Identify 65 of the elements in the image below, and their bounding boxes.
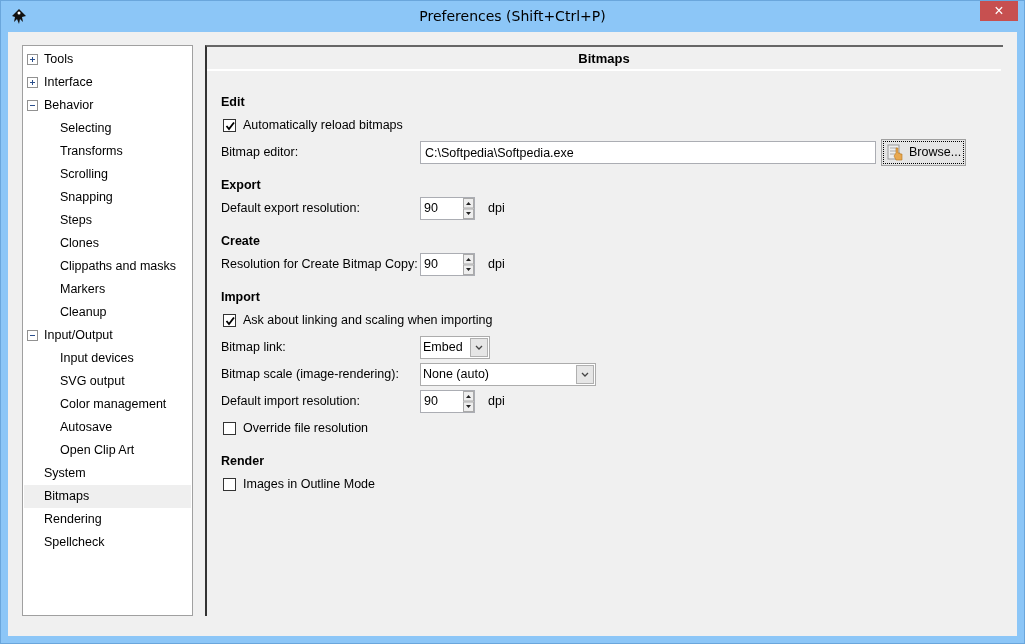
collapse-icon[interactable] bbox=[27, 330, 38, 341]
tree-item[interactable]: Spellcheck bbox=[24, 531, 191, 554]
tree-item[interactable]: Bitmaps bbox=[24, 485, 191, 508]
tree-item[interactable]: Rendering bbox=[24, 508, 191, 531]
collapse-icon[interactable] bbox=[27, 100, 38, 111]
section-heading: Render bbox=[221, 453, 266, 470]
path-field[interactable]: C:\Softpedia\Softpedia.exe bbox=[420, 141, 876, 164]
dropdown[interactable]: None (auto) bbox=[420, 363, 596, 386]
tree-item[interactable]: Color management bbox=[24, 393, 191, 416]
window-title: Preferences (Shift+Ctrl+P) bbox=[419, 8, 606, 24]
field-label: Resolution for Create Bitmap Copy: bbox=[221, 256, 419, 274]
tree-item[interactable]: Behavior bbox=[24, 94, 191, 117]
unit-label: dpi bbox=[488, 200, 505, 218]
tree-item[interactable]: Input devices bbox=[24, 347, 191, 370]
dropdown[interactable]: Embed bbox=[420, 336, 490, 359]
section-heading: Edit bbox=[221, 94, 246, 111]
field-label: Bitmap link: bbox=[221, 339, 287, 357]
spinner-arrows-icon[interactable] bbox=[463, 254, 474, 275]
checkbox-label: Ask about linking and scaling when importing bbox=[243, 312, 493, 330]
tree-item[interactable]: Snapping bbox=[24, 186, 191, 209]
field-label: Bitmap editor: bbox=[221, 144, 300, 162]
number-field[interactable]: 90 bbox=[420, 197, 475, 220]
unit-label: dpi bbox=[488, 256, 505, 274]
tree-item[interactable]: Clones bbox=[24, 232, 191, 255]
tree-item[interactable]: Cleanup bbox=[24, 301, 191, 324]
checkbox[interactable] bbox=[223, 478, 236, 491]
document-hand-icon bbox=[886, 142, 906, 163]
spinner-arrows-icon[interactable] bbox=[463, 198, 474, 219]
chevron-down-icon bbox=[470, 338, 488, 357]
field-label: Default import resolution: bbox=[221, 393, 361, 411]
checkbox[interactable] bbox=[223, 314, 236, 327]
page-title: Bitmaps bbox=[207, 47, 1001, 71]
tree-item[interactable]: Steps bbox=[24, 209, 191, 232]
section-heading: Export bbox=[221, 177, 262, 194]
chevron-down-icon bbox=[576, 365, 594, 384]
tree-item[interactable]: Transforms bbox=[24, 140, 191, 163]
unit-label: dpi bbox=[488, 393, 505, 411]
section-heading: Import bbox=[221, 289, 261, 306]
close-button[interactable]: × bbox=[980, 1, 1018, 21]
tree-item[interactable]: Autosave bbox=[24, 416, 191, 439]
tree-item[interactable]: Tools bbox=[24, 48, 191, 71]
section-heading: Create bbox=[221, 233, 261, 250]
checkbox-label: Override file resolution bbox=[243, 420, 369, 438]
tree-item[interactable]: Scrolling bbox=[24, 163, 191, 186]
tree-item[interactable]: Selecting bbox=[24, 117, 191, 140]
tree-item[interactable]: Interface bbox=[24, 71, 191, 94]
field-label: Bitmap scale (image-rendering): bbox=[221, 366, 400, 384]
checkbox-label: Images in Outline Mode bbox=[243, 476, 375, 494]
tree-item[interactable]: System bbox=[24, 462, 191, 485]
number-field[interactable]: 90 bbox=[420, 253, 475, 276]
expand-icon[interactable] bbox=[27, 54, 38, 65]
field-label: Default export resolution: bbox=[221, 200, 361, 218]
checkbox-label: Automatically reload bitmaps bbox=[243, 117, 403, 135]
tree-item[interactable]: Open Clip Art bbox=[24, 439, 191, 462]
expand-icon[interactable] bbox=[27, 77, 38, 88]
tree-item[interactable]: Clippaths and masks bbox=[24, 255, 191, 278]
app-logo-icon bbox=[10, 8, 28, 26]
browse-button[interactable]: Browse... bbox=[881, 139, 967, 166]
spinner-arrows-icon[interactable] bbox=[463, 391, 474, 412]
number-field[interactable]: 90 bbox=[420, 390, 475, 413]
checkbox[interactable] bbox=[223, 119, 236, 132]
tree-item[interactable]: Input/Output bbox=[24, 324, 191, 347]
checkbox[interactable] bbox=[223, 422, 236, 435]
tree-item[interactable]: SVG output bbox=[24, 370, 191, 393]
tree-item[interactable]: Markers bbox=[24, 278, 191, 301]
